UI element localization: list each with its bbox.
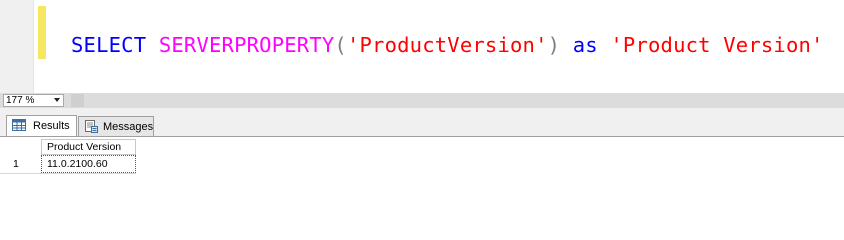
change-marker [38, 6, 46, 59]
tab-messages[interactable]: Messages [78, 116, 154, 136]
chevron-down-icon[interactable] [54, 98, 60, 102]
row-divider [0, 173, 136, 174]
token-close-paren: ) [547, 33, 561, 57]
grid-cell[interactable]: 11.0.2100.60 [41, 155, 136, 173]
results-grid[interactable]: Product Version 1 11.0.2100.60 [0, 136, 844, 222]
column-header[interactable]: Product Version [41, 139, 136, 155]
query-editor[interactable]: SELECT SERVERPROPERTY('ProductVersion') … [0, 0, 844, 93]
zoom-value: 177 % [6, 95, 35, 106]
editor-gutter [0, 0, 34, 93]
messages-icon [84, 120, 98, 133]
tab-results[interactable]: Results [6, 115, 77, 136]
token-string-productversion: 'ProductVersion' [346, 33, 548, 57]
row-number[interactable]: 1 [13, 158, 19, 170]
row-header-column [0, 137, 41, 177]
results-tab-strip: Results Messages [0, 108, 844, 136]
token-open-paren: ( [334, 33, 347, 57]
code-line[interactable]: SELECT SERVERPROPERTY('ProductVersion') … [71, 31, 824, 59]
query-window: SELECT SERVERPROPERTY('ProductVersion') … [0, 0, 844, 222]
token-as-keyword: as [572, 33, 598, 57]
tab-messages-label: Messages [103, 121, 154, 133]
token-select-keyword: SELECT [71, 33, 147, 57]
token-serverproperty-function: SERVERPROPERTY [158, 33, 335, 57]
zoom-bar: 177 % [0, 93, 844, 108]
tab-results-label: Results [33, 120, 70, 132]
horizontal-scrollbar-button[interactable] [71, 94, 84, 107]
grid-results-icon [12, 119, 26, 131]
zoom-select[interactable]: 177 % [3, 94, 64, 107]
token-string-alias: 'Product Version' [610, 33, 824, 57]
